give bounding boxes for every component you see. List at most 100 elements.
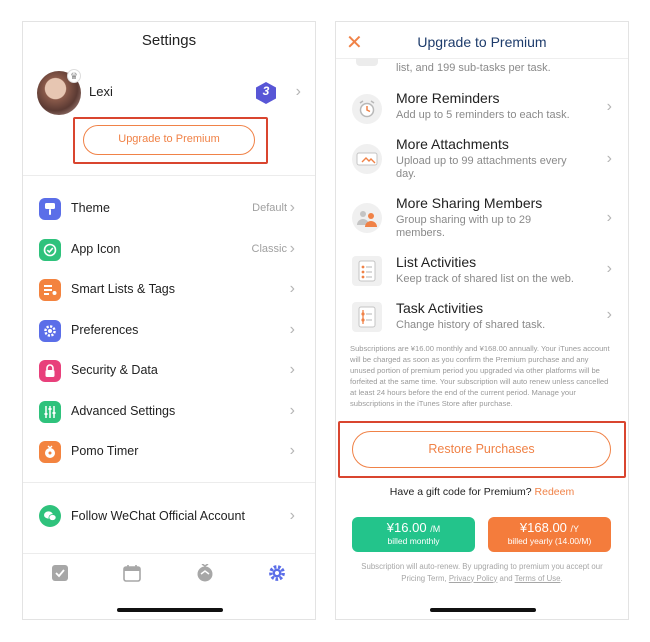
menu-label: App Icon [71, 241, 121, 256]
page-title: Upgrade to Premium [417, 34, 547, 50]
auto-renew-note: Subscription will auto-renew. By upgradi… [361, 562, 603, 583]
menu-label: Smart Lists & Tags [71, 282, 175, 296]
settings-screen: Settings ♛ Lexi 3 › Upgrade to Premium T… [22, 21, 316, 620]
monthly-price: ¥16.00 /M [352, 520, 475, 535]
menu-item-preferences[interactable]: Preferences › [23, 312, 315, 353]
wechat-icon [39, 505, 61, 527]
chevron-right-icon: › [606, 209, 612, 226]
chevron-right-icon: › [289, 401, 295, 419]
yearly-price: ¥168.00 /Y [488, 520, 611, 535]
chevron-right-icon: › [289, 320, 295, 338]
yearly-plan-button[interactable]: ¥168.00 /Y billed yearly (14.00/M) [488, 517, 611, 552]
tab-bar [23, 560, 315, 590]
menu-item-pomo[interactable]: Pomo Timer › [23, 433, 315, 474]
feature-title: List Activities [396, 254, 477, 270]
crown-icon: ♛ [67, 69, 81, 83]
alarm-clock-icon [352, 94, 382, 124]
settings-menu: Theme Default › App Icon Classic › Smart… [23, 190, 315, 474]
pomodoro-icon [197, 563, 213, 582]
menu-item-advanced[interactable]: Advanced Settings › [23, 393, 315, 434]
subscription-terms: Subscriptions are ¥16.00 monthly and ¥16… [350, 344, 610, 409]
feature-desc: Keep track of shared list on the web. [396, 273, 574, 285]
feature-desc: list, and 199 sub-tasks per task. [396, 62, 551, 74]
gear-icon [269, 565, 285, 581]
gift-code-text: Have a gift code for Premium? [389, 486, 532, 498]
chevron-right-icon: › [289, 239, 295, 257]
terms-of-use-link[interactable]: Terms of Use [515, 574, 561, 583]
feature-more-sharing-members[interactable]: More Sharing Members Group sharing with … [336, 195, 628, 245]
menu-item-security[interactable]: Security & Data › [23, 352, 315, 393]
tasks-tab[interactable] [51, 564, 71, 584]
attachment-icon [352, 144, 382, 174]
profile-row[interactable]: ♛ Lexi 3 › [37, 69, 301, 115]
menu-label: Follow WeChat Official Account [71, 509, 245, 523]
feature-more-attachments[interactable]: More Attachments Upload up to 99 attachm… [336, 136, 628, 186]
username: Lexi [89, 84, 113, 99]
feature-desc: Change history of shared task. [396, 319, 546, 331]
billing-period: billed monthly [387, 536, 440, 546]
divider [23, 553, 315, 554]
price-amount: ¥16.00 [386, 520, 427, 535]
chevron-right-icon: › [289, 280, 295, 297]
task-activity-icon [352, 302, 382, 332]
chevron-right-icon: › [289, 199, 295, 216]
feature-title: More Sharing Members [396, 195, 543, 211]
feature-title: More Attachments [396, 136, 509, 152]
chevron-right-icon: › [606, 150, 612, 167]
chevron-right-icon: › [606, 260, 612, 277]
pomo-icon [39, 441, 61, 463]
theme-icon [39, 198, 61, 220]
chevron-right-icon: › [289, 361, 295, 378]
app-icon-check [39, 238, 61, 261]
page-title: Settings [141, 32, 197, 49]
privacy-policy-link[interactable]: Privacy Policy [449, 574, 498, 583]
redeem-link[interactable]: Redeem [535, 486, 575, 498]
menu-item-app-icon[interactable]: App Icon Classic › [23, 231, 315, 272]
chevron-right-icon: › [295, 83, 301, 100]
upgrade-to-premium-button[interactable]: Upgrade to Premium [83, 125, 255, 155]
menu-label: Advanced Settings [71, 403, 176, 418]
menu-value: Default [252, 202, 287, 214]
settings-tab[interactable] [268, 564, 288, 584]
feature-desc: Upload up to 99 attachments every day. [396, 155, 567, 180]
smart-lists-icon [39, 279, 61, 301]
monthly-plan-button[interactable]: ¥16.00 /M billed monthly [352, 517, 475, 552]
chevron-right-icon: › [289, 507, 295, 524]
list-activity-icon [352, 256, 382, 286]
feature-list-activities[interactable]: List Activities Keep track of shared lis… [336, 254, 628, 304]
feature-title: Task Activities [396, 300, 484, 316]
chevron-right-icon: › [289, 442, 295, 459]
menu-label: Pomo Timer [71, 444, 139, 458]
feature-title: More Reminders [396, 90, 500, 106]
menu-label: Security & Data [71, 363, 158, 377]
menu-item-theme[interactable]: Theme Default › [23, 190, 315, 231]
menu-item-smart-lists[interactable]: Smart Lists & Tags › [23, 271, 315, 312]
feature-desc: Add up to 5 reminders to each task. [396, 109, 570, 121]
members-icon [352, 203, 382, 233]
home-indicator [117, 608, 223, 612]
pomo-tab[interactable] [195, 563, 215, 584]
feature-desc: Group sharing with up to 29 members. [396, 214, 532, 239]
gift-code-line: Have a gift code for Premium? Redeem [336, 486, 628, 498]
home-indicator [430, 608, 536, 612]
billing-period: billed yearly (14.00/M) [507, 536, 592, 546]
menu-value: Classic [251, 242, 287, 255]
divider [23, 482, 315, 483]
restore-purchases-button[interactable]: Restore Purchases [352, 431, 611, 468]
price-unit: /Y [570, 524, 580, 534]
price-amount: ¥168.00 [519, 520, 567, 535]
menu-label: Theme [71, 201, 110, 215]
subtasks-icon [356, 58, 378, 66]
feature-more-reminders[interactable]: More Reminders Add up to 5 reminders to … [336, 90, 628, 140]
checkbox-icon [52, 565, 68, 581]
price-unit: /M [430, 524, 441, 534]
calendar-tab[interactable] [123, 564, 143, 584]
gear-icon [39, 319, 61, 342]
follow-wechat-row[interactable]: Follow WeChat Official Account › [23, 496, 315, 536]
premium-screen: ✕ Upgrade to Premium list, and 199 sub-t… [335, 21, 629, 620]
calendar-icon [123, 565, 141, 582]
chevron-right-icon: › [606, 98, 612, 115]
lock-icon [39, 360, 61, 382]
divider [336, 58, 628, 59]
level-badge[interactable]: 3 [255, 81, 277, 105]
